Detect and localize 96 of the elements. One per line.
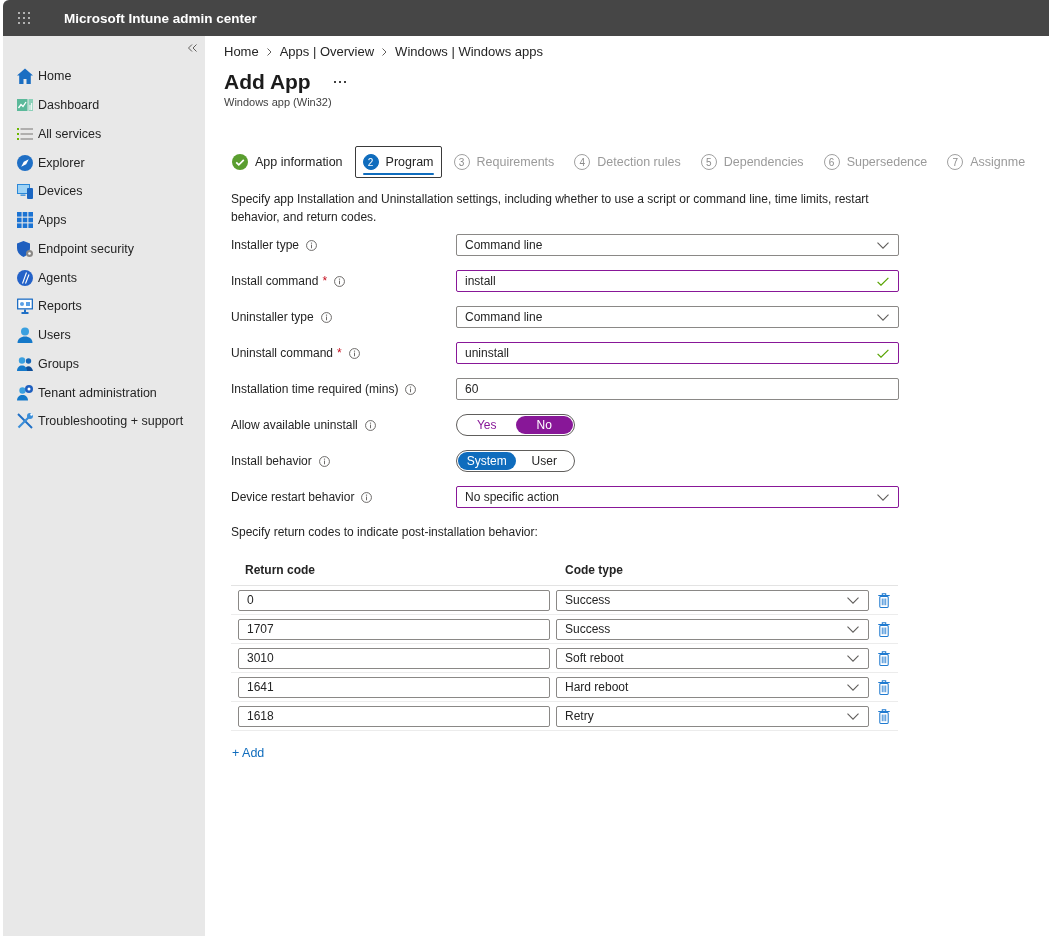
nav-item[interactable]: Dashboard [3,90,205,120]
toggle-option[interactable]: No [515,416,573,434]
person-gear-icon [17,384,33,401]
people-icon [17,356,33,371]
nav-item[interactable]: Home [3,62,205,91]
list-icon [17,127,33,140]
breadcrumb-link[interactable]: Windows | Windows apps [395,44,543,60]
chevron-right-icon [382,48,388,56]
toggle-option[interactable]: Yes [458,416,516,434]
wrench-screwdriver-icon [17,413,33,430]
field-label: Uninstall command [231,346,334,360]
toggle-option[interactable]: System [458,452,516,470]
field-label: Install command [231,274,319,288]
nav-item[interactable]: All services [3,119,205,149]
nav-item[interactable]: Devices [3,177,205,206]
field-label: Install behavior [231,454,312,468]
column-header: Code type [565,563,623,577]
toggle-option[interactable]: User [515,452,573,470]
monitor-phone-icon [17,183,33,199]
trash-icon[interactable] [878,708,890,724]
text-input[interactable]: 0 [238,589,550,611]
trash-icon[interactable] [878,650,890,666]
description-text: Specify app Installation and Uninstallation settings, including whether to use a script or command line, time limits, restart behavior, and return codes. [231,191,870,226]
nav-item[interactable]: Apps [3,205,205,235]
info-icon[interactable] [364,419,376,431]
chevron-right-icon [266,48,272,56]
text-input[interactable]: 1707 [238,618,550,640]
text-input[interactable]: 1641 [238,676,550,698]
required-mark: * [322,274,328,288]
trash-icon[interactable] [878,592,890,608]
chevron-down-icon [877,493,889,501]
person-icon [17,327,33,344]
column-header: Return code [245,563,316,577]
chevron-down-icon [877,313,889,321]
home-icon [17,68,33,85]
monitor-chart-icon [17,298,33,315]
chevron-down-icon [847,712,859,720]
page-subtitle: Windows app (Win32) [224,95,333,109]
add-link[interactable]: + Add [232,746,265,760]
dropdown[interactable]: Success [556,589,869,611]
info-icon[interactable] [334,275,346,287]
dots-grid-icon[interactable] [18,12,30,24]
field-label: Uninstaller type [231,310,314,324]
info-icon[interactable] [306,239,318,251]
page-title: Add App [224,69,311,95]
slashed-disc-icon [17,269,33,286]
dropdown[interactable]: Command line [456,306,899,328]
text-input[interactable]: install [456,270,899,292]
grid-icon [17,212,33,229]
double-chevron-left-icon[interactable] [188,44,197,52]
field-label: Allow available uninstall [231,418,358,432]
wizard-tab[interactable]: 2 Program [354,146,442,178]
field-label: Device restart behavior [231,490,355,504]
section-text: Specify return codes to indicate post-installation behavior: [231,524,539,541]
nav-item[interactable]: Groups [3,349,205,379]
info-icon[interactable] [320,311,332,323]
chevron-down-icon [847,683,859,691]
check-circle-icon [232,154,248,170]
dropdown[interactable]: Success [556,618,869,640]
shield-gear-icon [17,240,33,257]
chevron-down-icon [847,654,859,662]
nav-item[interactable]: Reports [3,292,205,321]
chevron-down-icon [847,596,859,604]
info-icon[interactable] [348,347,360,359]
step-number: 2 [362,154,379,170]
nav-item[interactable]: Endpoint security [3,234,205,264]
text-input[interactable]: uninstall [456,342,899,364]
trash-icon[interactable] [878,679,890,695]
compass-icon [17,154,33,171]
chevron-down-icon [877,241,889,249]
dropdown[interactable]: Command line [456,234,899,256]
trash-icon[interactable] [878,621,890,637]
info-icon[interactable] [318,455,330,467]
app-title: Microsoft Intune admin center [64,10,257,26]
field-label: Installation time required (mins) [231,382,399,396]
info-icon[interactable] [361,491,373,503]
field-label: Installer type [231,238,300,252]
dropdown[interactable]: Hard reboot [556,676,869,698]
text-input[interactable]: 60 [456,378,899,400]
nav-item[interactable]: Users [3,320,205,350]
info-icon[interactable] [405,383,417,395]
nav-item[interactable]: Explorer [3,148,205,177]
dropdown[interactable]: No specific action [456,486,899,508]
dropdown[interactable]: Soft reboot [556,647,869,669]
chart-tile-icon [17,99,33,112]
wizard-tab[interactable]: App information [224,146,351,178]
text-input[interactable]: 1618 [238,705,550,727]
nav-item[interactable]: Tenant administration [3,378,205,407]
dropdown[interactable]: Retry [556,705,869,727]
required-mark: * [337,346,342,360]
nav-item[interactable]: Agents [3,263,205,292]
text-input[interactable]: 3010 [238,647,550,669]
breadcrumb-link[interactable]: Apps | Overview [279,44,375,60]
breadcrumb-link[interactable]: Home [224,44,259,60]
nav-item[interactable]: Troubleshooting + support [3,407,205,436]
chevron-down-icon [847,625,859,633]
